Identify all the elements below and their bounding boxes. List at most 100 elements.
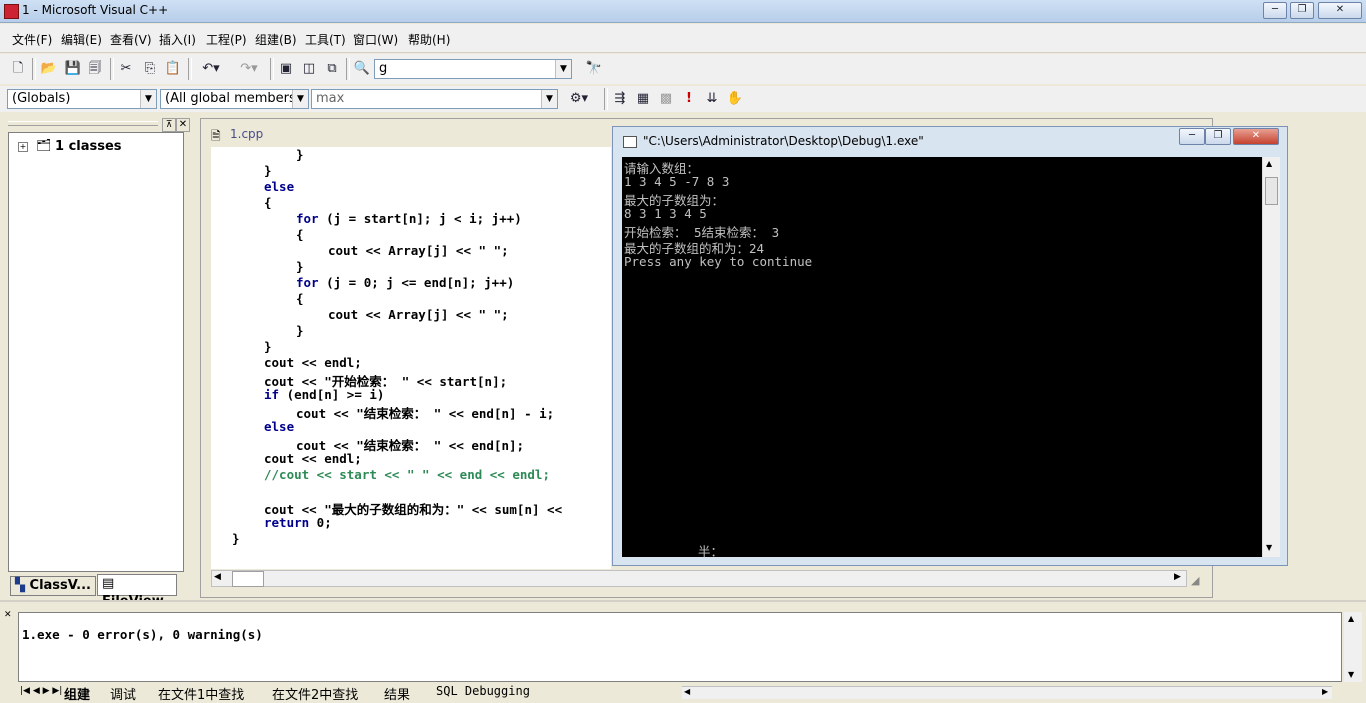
console-minimize-button[interactable]: ─ bbox=[1179, 128, 1205, 145]
resize-grip-icon[interactable]: ◢ bbox=[1191, 574, 1199, 587]
code-area[interactable]: }} else{for (j = start[n]; j < i; j++){co… bbox=[211, 147, 611, 569]
console-maximize-button[interactable]: ❐ bbox=[1205, 128, 1231, 145]
scroll-down-icon[interactable]: ▼ bbox=[1348, 670, 1354, 679]
stop-build-icon[interactable]: ▩ bbox=[656, 89, 676, 109]
menu-view[interactable]: 查看(V) bbox=[110, 31, 152, 48]
pane-close-icon[interactable]: ✕ bbox=[4, 610, 12, 620]
scroll-right-icon[interactable]: ▶ bbox=[1322, 687, 1328, 696]
code-line: cout << endl; bbox=[264, 451, 362, 466]
menu-help[interactable]: 帮助(H) bbox=[408, 31, 450, 48]
output-text-area[interactable]: 1.exe - 0 error(s), 0 warning(s) bbox=[18, 612, 1342, 682]
undo-icon[interactable]: ↶▾ bbox=[194, 59, 228, 79]
copy-icon[interactable]: ⎘ bbox=[140, 59, 160, 79]
find-in-files-icon[interactable]: 🔍 bbox=[352, 59, 372, 79]
find-combo[interactable]: g ▼ bbox=[374, 59, 572, 79]
paste-icon[interactable]: 📋 bbox=[163, 59, 183, 79]
menu-edit[interactable]: 编辑(E) bbox=[61, 31, 102, 48]
code-line: else bbox=[264, 179, 295, 194]
chevron-down-icon[interactable]: ▼ bbox=[140, 90, 156, 108]
chevron-down-icon[interactable]: ▼ bbox=[541, 90, 557, 108]
build-result-message: 1.exe - 0 error(s), 0 warning(s) bbox=[22, 627, 263, 642]
toolbar-separator bbox=[110, 58, 114, 80]
code-line: //cout << start << " " << end << endl; bbox=[264, 467, 550, 482]
console-output-line: 8 3 1 3 4 5 bbox=[624, 206, 707, 221]
menu-window[interactable]: 窗口(W) bbox=[353, 31, 398, 48]
tree-root-label[interactable]: 1 classes bbox=[55, 139, 122, 154]
minimize-button[interactable]: ─ bbox=[1263, 2, 1287, 19]
code-line: } bbox=[232, 531, 240, 546]
scroll-right-icon[interactable]: ▶ bbox=[1174, 572, 1181, 582]
editor-tab-label[interactable]: 1.cpp bbox=[230, 127, 263, 141]
console-output-line: 1 3 4 5 -7 8 3 bbox=[624, 174, 730, 189]
code-line: } bbox=[296, 323, 304, 338]
classview-icon: ▚ bbox=[15, 578, 30, 593]
code-line: cout << "结束检索： " << end[n] - i; bbox=[296, 406, 555, 421]
output-window-icon[interactable]: ◫ bbox=[299, 59, 319, 79]
window-list-icon[interactable]: ⧉ bbox=[322, 59, 342, 79]
console-vscrollbar[interactable]: ▲ ▼ bbox=[1262, 157, 1280, 557]
scroll-left-icon[interactable]: ◀ bbox=[684, 687, 690, 696]
build-icon[interactable]: ▦ bbox=[633, 89, 653, 109]
editor-hscrollbar[interactable]: ◀ ▶ bbox=[211, 570, 1187, 587]
tab-debug[interactable]: 调试 bbox=[110, 684, 136, 703]
console-screen[interactable]: 半： 请输入数组： 1 3 4 5 -7 8 3 最大的子数组为： 8 3 1 3 4… bbox=[622, 157, 1262, 559]
scroll-thumb[interactable] bbox=[232, 571, 264, 587]
workspace-icon[interactable]: ▣ bbox=[276, 59, 296, 79]
code-line: cout << Array[j] << " "; bbox=[328, 243, 509, 258]
code-line: } bbox=[264, 163, 272, 178]
chevron-down-icon[interactable]: ▼ bbox=[292, 90, 308, 108]
menu-tools[interactable]: 工具(T) bbox=[305, 31, 346, 48]
tab-classview[interactable]: ▚ ClassV... bbox=[10, 576, 96, 596]
menu-insert[interactable]: 插入(I) bbox=[159, 31, 196, 48]
tab-classview-label: ClassV... bbox=[29, 578, 91, 593]
console-output-line: Press any key to continue bbox=[624, 254, 813, 269]
console-title: "C:\Users\Administrator\Desktop\Debug\1.… bbox=[643, 134, 924, 148]
cut-icon[interactable]: ✂ bbox=[116, 59, 136, 79]
find-icon[interactable]: 🔭 bbox=[584, 59, 604, 79]
tab-find-in-files-1[interactable]: 在文件1中查找 bbox=[158, 684, 244, 703]
compile-icon[interactable]: ⇶ bbox=[610, 89, 630, 109]
go-icon[interactable]: ⇊ bbox=[702, 89, 722, 109]
tab-results[interactable]: 结果 bbox=[384, 684, 410, 703]
standard-toolbar: 🗋 📂 💾 🗐 ✂ ⎘ 📋 ↶▾ ↷▾ ▣ ◫ ⧉ 🔍 g ▼ 🔭 bbox=[0, 54, 1366, 84]
breakpoint-hand-icon[interactable]: ✋ bbox=[725, 89, 745, 109]
chevron-down-icon[interactable]: ▼ bbox=[555, 60, 571, 78]
class-tree: + 🗂 1 classes bbox=[8, 132, 184, 572]
pane-close-icon[interactable]: ✕ bbox=[176, 118, 190, 132]
menu-file[interactable]: 文件(F) bbox=[12, 31, 52, 48]
scroll-up-icon[interactable]: ▲ bbox=[1348, 614, 1354, 623]
scroll-left-icon[interactable]: ◀ bbox=[214, 572, 221, 582]
new-file-icon[interactable]: 🗋 bbox=[8, 59, 28, 79]
output-vscrollbar[interactable]: ▲ ▼ bbox=[1344, 612, 1362, 682]
tab-nav-icons[interactable]: |◀ ◀ ▶ ▶| bbox=[20, 686, 62, 696]
members-combo[interactable]: (All global members ▼ bbox=[160, 89, 309, 109]
tab-find-in-files-2[interactable]: 在文件2中查找 bbox=[272, 684, 358, 703]
code-line: { bbox=[296, 291, 304, 306]
tab-build[interactable]: 组建 bbox=[64, 684, 90, 703]
save-icon[interactable]: 💾 bbox=[63, 59, 83, 79]
pane-dock-icon[interactable]: ⊼ bbox=[162, 118, 176, 132]
console-app-icon bbox=[623, 136, 637, 148]
wizard-actions-icon[interactable]: ⚙▾ bbox=[562, 89, 596, 109]
function-combo[interactable]: max ▼ bbox=[311, 89, 558, 109]
console-close-button[interactable]: ✕ bbox=[1233, 128, 1279, 145]
redo-icon[interactable]: ↷▾ bbox=[232, 59, 266, 79]
output-hscrollbar[interactable]: ◀ ▶ bbox=[682, 686, 1332, 699]
pane-gripper[interactable] bbox=[8, 121, 158, 126]
menu-build[interactable]: 组建(B) bbox=[255, 31, 297, 48]
scroll-down-icon[interactable]: ▼ bbox=[1266, 543, 1272, 552]
menu-project[interactable]: 工程(P) bbox=[206, 31, 247, 48]
ime-indicator: 半： bbox=[698, 544, 724, 559]
close-button[interactable]: ✕ bbox=[1318, 2, 1362, 19]
code-line: } bbox=[296, 147, 304, 162]
expand-icon[interactable]: + bbox=[18, 142, 28, 152]
maximize-button[interactable]: ❐ bbox=[1290, 2, 1314, 19]
execute-icon[interactable]: ! bbox=[679, 89, 699, 109]
scroll-up-icon[interactable]: ▲ bbox=[1266, 159, 1272, 168]
open-icon[interactable]: 📂 bbox=[39, 59, 59, 79]
scope-combo[interactable]: (Globals) ▼ bbox=[7, 89, 157, 109]
find-combo-value: g bbox=[379, 61, 388, 76]
tab-fileview[interactable]: ▤ FileView bbox=[97, 574, 177, 609]
scroll-thumb[interactable] bbox=[1265, 177, 1278, 205]
save-all-icon[interactable]: 🗐 bbox=[85, 59, 105, 79]
